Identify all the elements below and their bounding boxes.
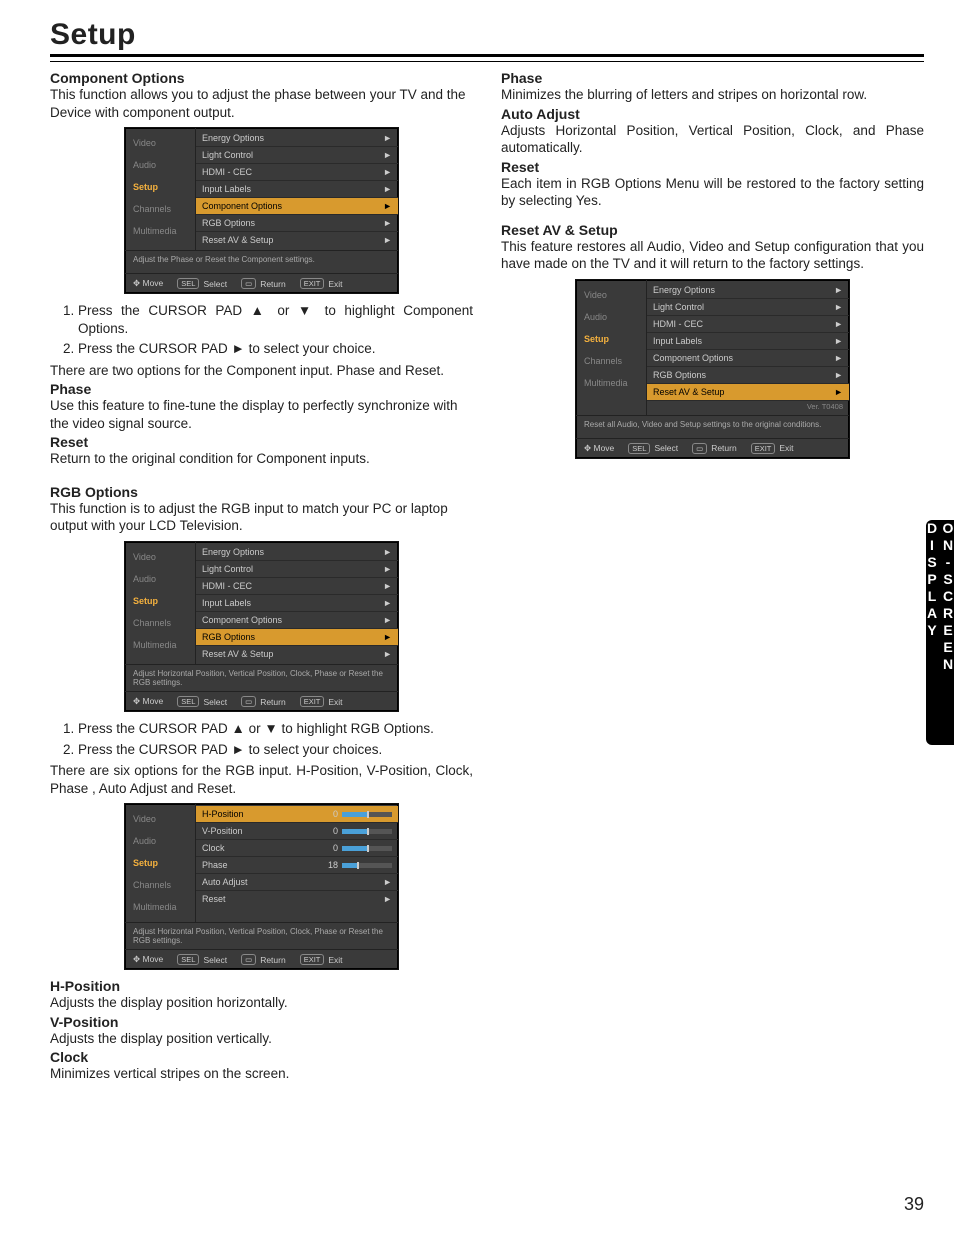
page-number: 39 [904,1194,924,1215]
text-reset-r: Each item in RGB Options Menu will be re… [501,175,924,210]
component-steps: Press the CURSOR PAD ▲ or ▼ to highlight… [50,302,473,358]
heading-reset-r: Reset [501,159,924,175]
text-reset: Return to the original condition for Com… [50,450,473,468]
rgb-steps: Press the CURSOR PAD ▲ or ▼ to highlight… [50,720,473,758]
section-tab: ON-SCREEN DISPLAY [926,520,954,745]
text-hposition: Adjusts the display position horizontall… [50,994,473,1012]
heading-phase-r: Phase [501,70,924,86]
heading-clock: Clock [50,1049,473,1065]
text-rgb-options: This function is to adjust the RGB input… [50,500,473,535]
osd-component-options: VideoAudioSetupChannelsMultimediaEnergy … [124,127,399,294]
text-component-note: There are two options for the Component … [50,362,473,380]
heading-phase: Phase [50,381,473,397]
section-tab-label: ON-SCREEN DISPLAY [924,520,954,745]
heading-vposition: V-Position [50,1014,473,1030]
text-auto-adjust: Adjusts Horizontal Position, Vertical Po… [501,122,924,157]
text-vposition: Adjusts the display position vertically. [50,1030,473,1048]
osd-rgb-options: VideoAudioSetupChannelsMultimediaEnergy … [124,541,399,712]
page-title: Setup [50,18,924,52]
heading-reset-av: Reset AV & Setup [501,222,924,238]
heading-hposition: H-Position [50,978,473,994]
step: Press the CURSOR PAD ▲ or ▼ to highlight… [78,720,473,738]
step: Press the CURSOR PAD ► to select your ch… [78,741,473,759]
title-rule [50,54,924,62]
heading-rgb-options: RGB Options [50,484,473,500]
text-clock: Minimizes vertical stripes on the screen… [50,1065,473,1083]
heading-auto-adjust: Auto Adjust [501,106,924,122]
text-rgb-note: There are six options for the RGB input.… [50,762,473,797]
step: Press the CURSOR PAD ▲ or ▼ to highlight… [78,302,473,337]
text-phase-r: Minimizes the blurring of letters and st… [501,86,924,104]
right-column: Phase Minimizes the blurring of letters … [501,68,924,1083]
osd-rgb-detail: VideoAudioSetupChannelsMultimediaH-Posit… [124,803,399,970]
text-phase: Use this feature to fine-tune the displa… [50,397,473,432]
heading-reset: Reset [50,434,473,450]
heading-component-options: Component Options [50,70,473,86]
text-reset-av: This feature restores all Audio, Video a… [501,238,924,273]
left-column: Component Options This function allows y… [50,68,473,1083]
osd-reset-av: VideoAudioSetupChannelsMultimediaEnergy … [575,279,850,459]
text-component-options: This function allows you to adjust the p… [50,86,473,121]
step: Press the CURSOR PAD ► to select your ch… [78,340,473,358]
